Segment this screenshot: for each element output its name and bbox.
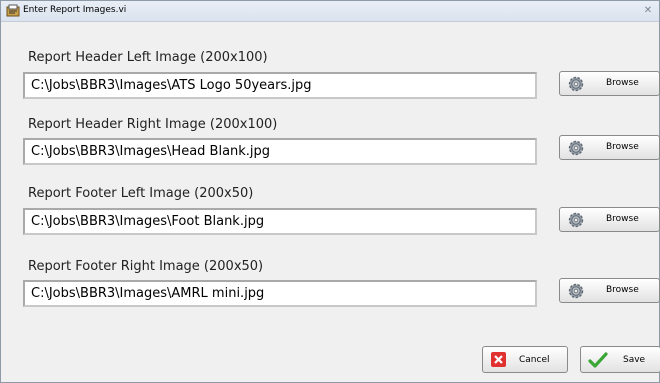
- vi-icon: [6, 4, 20, 17]
- browse-button-footer-right[interactable]: Browse: [559, 278, 660, 303]
- close-icon[interactable]: ✕: [641, 4, 655, 17]
- dialog-window: Enter Report Images.vi ✕ Report Header L…: [0, 0, 660, 383]
- title-bar[interactable]: Enter Report Images.vi ✕: [1, 1, 659, 22]
- footer-left-label: Report Footer Left Image (200x50): [28, 186, 254, 201]
- browse-button-footer-left[interactable]: Browse: [559, 207, 660, 232]
- cancel-label: Cancel: [519, 355, 550, 365]
- browse-button-header-right[interactable]: Browse: [559, 135, 660, 160]
- browse-label: Browse: [606, 214, 639, 224]
- browse-label: Browse: [606, 142, 639, 152]
- browse-button-header-left[interactable]: Browse: [559, 71, 660, 96]
- footer-right-path-field[interactable]: C:\Jobs\BBR3\Images\AMRL mini.jpg: [23, 280, 537, 307]
- window-title: Enter Report Images.vi: [23, 5, 127, 15]
- save-label: Save: [623, 355, 646, 365]
- header-right-label: Report Header Right Image (200x100): [28, 117, 278, 132]
- browse-label: Browse: [606, 285, 639, 295]
- footer-left-path-field[interactable]: C:\Jobs\BBR3\Images\Foot Blank.jpg: [23, 208, 537, 235]
- gear-icon: [566, 210, 586, 230]
- header-left-path-field[interactable]: C:\Jobs\BBR3\Images\ATS Logo 50years.jpg: [23, 72, 537, 99]
- gear-icon: [566, 281, 586, 301]
- save-button[interactable]: Save: [580, 346, 660, 373]
- gear-icon: [566, 138, 586, 158]
- browse-label: Browse: [606, 78, 639, 88]
- cancel-button[interactable]: Cancel: [482, 346, 568, 373]
- header-right-path-field[interactable]: C:\Jobs\BBR3\Images\Head Blank.jpg: [23, 138, 537, 165]
- checkmark-icon: [588, 351, 608, 369]
- x-icon: [491, 352, 506, 367]
- gear-icon: [566, 74, 586, 94]
- header-left-label: Report Header Left Image (200x100): [28, 50, 268, 65]
- footer-right-label: Report Footer Right Image (200x50): [28, 259, 264, 274]
